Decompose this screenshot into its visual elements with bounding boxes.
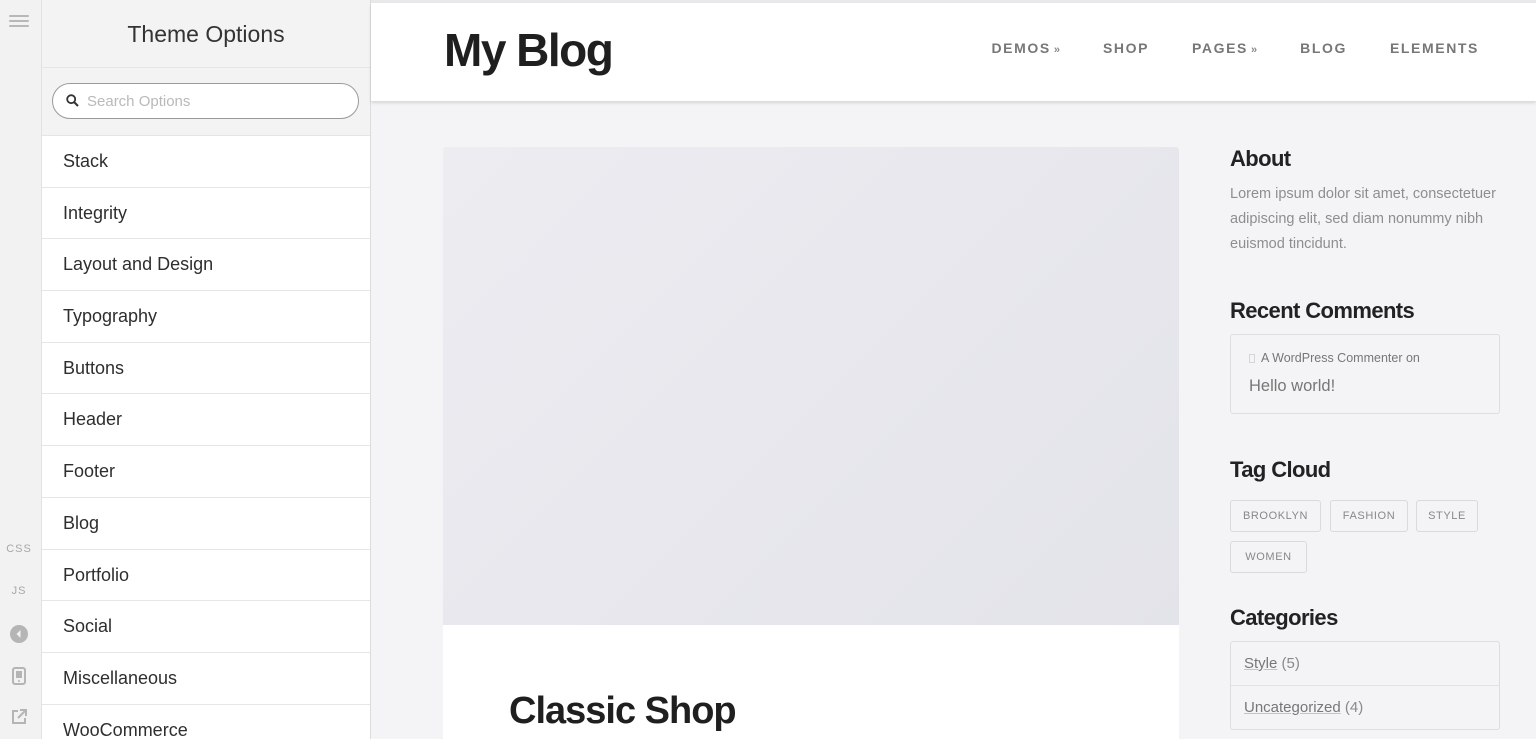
nav-label: SHOP [1102, 40, 1150, 56]
nav-demos[interactable]: DEMOS» [991, 40, 1059, 56]
categories-list: Style (5) Uncategorized (4) [1230, 641, 1500, 730]
comment-author: A WordPress Commenter on [1261, 351, 1420, 365]
category-link-uncategorized[interactable]: Uncategorized [1244, 699, 1341, 716]
category-count: (4) [1344, 699, 1364, 716]
nav-elements[interactable]: ELEMENTS [1390, 40, 1479, 56]
nav-shop[interactable]: SHOP [1103, 40, 1149, 56]
option-layout-and-design[interactable]: Layout and Design [42, 239, 370, 292]
about-heading: About [1230, 146, 1291, 171]
hamburger-menu-icon[interactable] [9, 14, 29, 28]
category-item: Uncategorized (4) [1231, 686, 1499, 730]
comment-post-link[interactable]: Hello world! [1249, 377, 1335, 396]
theme-options-panel: Theme Options Stack Integrity Layout and… [42, 0, 371, 739]
chevron-down-icon: » [1053, 44, 1060, 56]
nav-label: ELEMENTS [1389, 40, 1479, 56]
nav-label: DEMOS [991, 40, 1051, 56]
nav-blog[interactable]: BLOG [1300, 40, 1347, 56]
option-footer[interactable]: Footer [42, 446, 370, 498]
external-link-icon[interactable] [9, 707, 29, 727]
option-blog[interactable]: Blog [42, 498, 370, 550]
option-miscellaneous[interactable]: Miscellaneous [42, 653, 370, 705]
category-count: (5) [1281, 655, 1300, 672]
tag-style[interactable]: STYLE [1416, 500, 1478, 532]
tag-brooklyn[interactable]: BROOKLYN [1230, 500, 1321, 532]
tag-fashion[interactable]: FASHION [1330, 500, 1408, 532]
mobile-device-icon[interactable] [9, 666, 29, 686]
option-portfolio[interactable]: Portfolio [42, 550, 370, 602]
option-typography[interactable]: Typography [42, 291, 370, 343]
site-header: My Blog DEMOS» SHOP PAGES» BLOG ELEMENTS [371, 3, 1536, 101]
main-nav: DEMOS» SHOP PAGES» BLOG ELEMENTS [948, 40, 1479, 56]
recent-comments-box: A WordPress Commenter on Hello world! [1230, 334, 1500, 414]
recent-comments-heading: Recent Comments [1230, 298, 1415, 323]
comment-icon [1249, 354, 1255, 363]
post-featured-image[interactable] [443, 147, 1179, 625]
nav-label: PAGES [1192, 40, 1248, 56]
comment-meta: A WordPress Commenter on [1249, 351, 1420, 365]
site-logo[interactable]: My Blog [444, 23, 614, 77]
css-button[interactable]: CSS [0, 543, 38, 555]
tool-rail: CSS JS [0, 0, 42, 739]
category-item: Style (5) [1231, 642, 1499, 686]
nav-pages[interactable]: PAGES» [1192, 40, 1257, 56]
option-woocommerce[interactable]: WooCommerce [42, 705, 370, 739]
panel-header: Theme Options [42, 0, 370, 136]
option-header[interactable]: Header [42, 394, 370, 447]
post-card: Classic Shop [443, 147, 1179, 739]
about-text: Lorem ipsum dolor sit amet, consectetuer… [1230, 186, 1496, 252]
categories-heading: Categories [1230, 605, 1338, 630]
js-button[interactable]: JS [0, 585, 38, 597]
chevron-down-icon: » [1251, 44, 1258, 56]
tag-cloud-heading: Tag Cloud [1230, 457, 1331, 482]
category-link-style[interactable]: Style [1244, 655, 1277, 672]
site-preview: My Blog DEMOS» SHOP PAGES» BLOG ELEMENTS… [371, 0, 1536, 739]
post-title[interactable]: Classic Shop [509, 690, 737, 733]
option-social[interactable]: Social [42, 601, 370, 653]
tag-women[interactable]: WOMEN [1230, 541, 1307, 573]
search-input[interactable] [87, 90, 347, 112]
option-buttons[interactable]: Buttons [42, 343, 370, 395]
search-icon [66, 94, 79, 107]
nav-label: BLOG [1300, 40, 1347, 56]
option-stack[interactable]: Stack [42, 136, 370, 188]
search-box[interactable] [52, 83, 359, 119]
collapse-left-icon[interactable] [9, 624, 29, 644]
panel-title: Theme Options [42, 0, 370, 68]
option-integrity[interactable]: Integrity [42, 188, 370, 240]
